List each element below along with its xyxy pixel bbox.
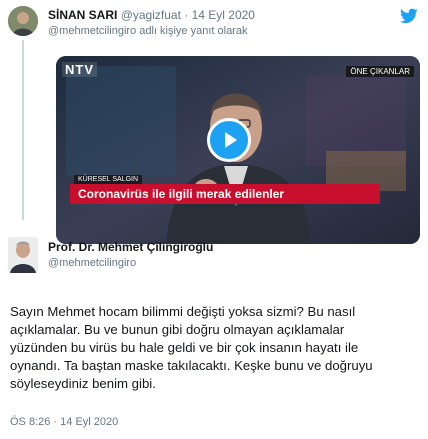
corner-badge: ÖNE ÇIKANLAR [346,66,414,77]
reply-to-line: @mehmetcilingiro adlı kişiye yanıt olara… [48,25,248,37]
author-name[interactable]: Prof. Dr. Mehmet Çilingiroğlu [48,240,213,254]
thread-connector [22,40,24,220]
author-handle[interactable]: @mehmetcilingiro [48,257,136,269]
author-handle[interactable]: @yagizfuat [121,8,181,22]
tweet-text-line: söyleseydiniz benim gibi. [10,376,156,391]
play-button[interactable] [207,118,251,162]
headline-banner: Coronavirüs ile ilgili merak edilenler [70,184,380,204]
play-icon [225,132,237,148]
tweet-text-line: açıklamalar. Bu ve bunun gibi doğru olma… [10,322,345,337]
tweet-text-line: oynandı. Ta baştan maske takılacaktı. Ke… [10,358,373,373]
channel-logo: NTV [62,62,97,77]
separator-dot: · [53,416,58,428]
tweet-timestamp[interactable]: ÖS 8:26 · 14 Eyl 2020 [10,416,118,428]
tweet-text-line: yüzünden bu virüs bu hale geldi ve bir ç… [10,340,359,355]
tweet-text-line: Sayın Mehmet hocam bilimmi değişti yoksa… [10,304,356,319]
reply-tweet[interactable]: SİNAN SARI @yagizfuat · 14 Eyl 2020 @meh… [0,0,428,265]
tweet-date[interactable]: 14 Eyl 2020 [60,416,118,428]
tweet-time[interactable]: ÖS 8:26 [10,416,50,428]
avatar-image [8,6,38,36]
tweet-date[interactable]: 14 Eyl 2020 [192,8,255,22]
headline-text: Coronavirüs ile ilgili merak edilenler [78,187,285,201]
avatar[interactable] [8,6,38,36]
video-player[interactable]: NTV ÖNE ÇIKANLAR KÜRESEL SALGIN Coronavi… [56,56,420,244]
segment-label: KÜRESEL SALGIN [74,175,143,184]
tweet-text: Sayın Mehmet hocam bilimmi değişti yoksa… [10,303,420,393]
avatar[interactable] [8,237,38,273]
author-name[interactable]: SİNAN SARI [48,8,117,22]
avatar-image [8,237,38,273]
separator-dot: · [184,8,189,22]
